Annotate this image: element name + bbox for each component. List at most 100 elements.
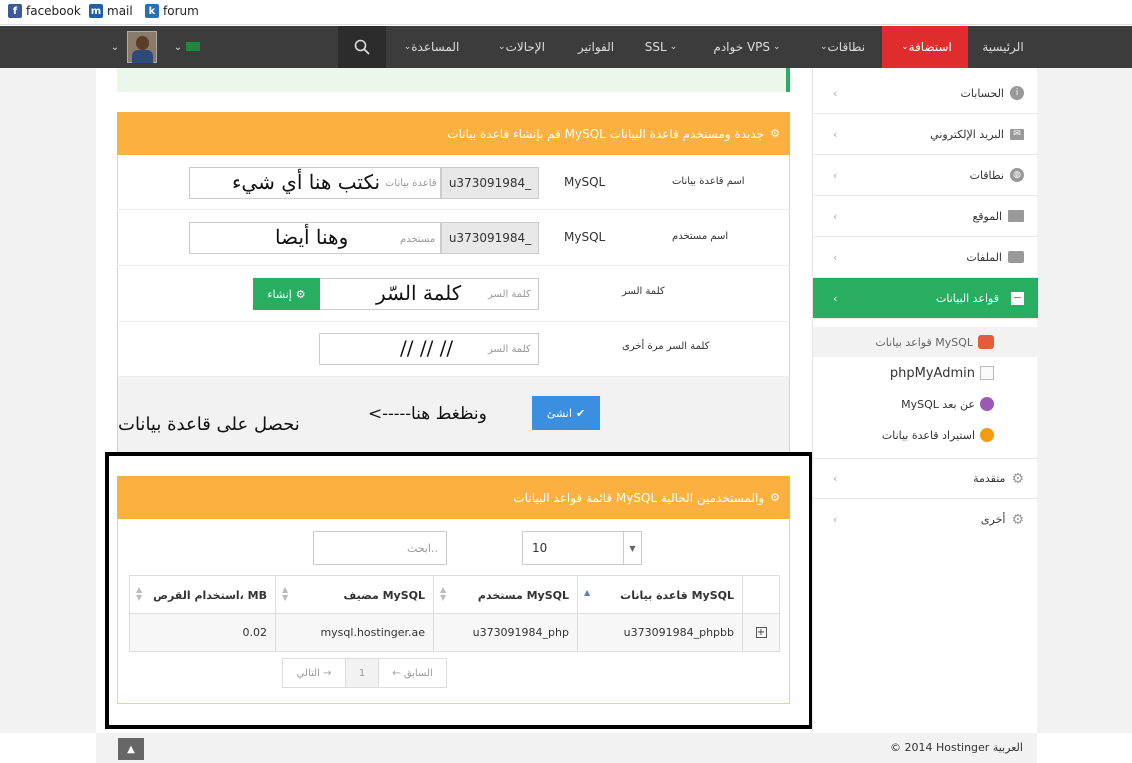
sidebar-item-other[interactable]: ‹ أخرى ⚙: [813, 499, 1038, 540]
prev-page-button[interactable]: ← السابق: [379, 659, 446, 687]
create-db-panel-header: قم بإنشاء قاعدة بيانات MySQL جديدة ومستخ…: [117, 112, 790, 155]
chevron-left-icon: ‹: [833, 209, 838, 223]
remote-db-icon: [980, 397, 994, 411]
table-row-db: u373091984_phpbb: [578, 614, 743, 651]
gears-icon: ⚙: [1011, 470, 1024, 487]
sidebar: ‹ الحسابات i ‹ البريد الإلكتروني ✉ ‹ نطا…: [812, 68, 1038, 733]
mysql-icon: [978, 335, 994, 349]
sidebar-subitem-mysql[interactable]: قواعد بيانات MySQL: [813, 327, 1038, 357]
facebook-icon: f: [8, 4, 22, 18]
db-user-label: اسم مستخدم: [672, 231, 729, 242]
sidebar-subitem-phpmyadmin[interactable]: phpMyAdmin: [813, 358, 1038, 388]
chevron-left-icon: ‹: [833, 127, 838, 141]
sidebar-item-advanced[interactable]: ‹ متقدمة ⚙: [813, 458, 1038, 499]
bookmarks-bar: f facebook m mail k forum: [0, 0, 1132, 25]
left-gutter: [0, 68, 96, 733]
table-header-user[interactable]: مستخدم MySQL ▲ ▼: [434, 576, 578, 614]
footer: ▲ © 2014 Hostinger العربية: [96, 733, 1037, 763]
annotation-arrow-text: <-----ونظغط هنا: [368, 404, 487, 424]
chevron-left-icon: ‹: [833, 250, 838, 264]
password-confirm-label: كلمة السر مرة أخرى: [622, 341, 710, 352]
nav-ssl[interactable]: SSL ⌄: [636, 26, 686, 68]
bookmark-forum[interactable]: k forum: [145, 4, 199, 18]
db-name-written-text: نكتب هنا أي شيء: [232, 170, 381, 194]
db-type-label: MySQL: [564, 175, 606, 189]
sidebar-item-domains[interactable]: ‹ نطاقات ◍: [813, 155, 1038, 196]
copyright-text: © 2014 Hostinger العربية: [890, 741, 1023, 754]
top-navigation: ⌄ ⌄ ⌄ المساعدة ⌄ الإحالات الفواتير SSL ⌄ خو…: [0, 26, 1132, 74]
table-header-expand: [743, 576, 780, 614]
table-row-user: u373091984_php: [434, 614, 578, 651]
info-icon: i: [1010, 86, 1024, 100]
page-number[interactable]: 1: [346, 659, 379, 687]
globe-icon: ◍: [1010, 168, 1024, 182]
nav-hosting[interactable]: ⌄ استضافة: [882, 26, 968, 74]
annotation-result-text: نحصل على قاعدة بيانات: [118, 414, 300, 435]
minus-box-icon: −: [1011, 290, 1024, 305]
import-db-icon: [980, 428, 994, 442]
chevron-left-icon: ‹: [833, 86, 838, 100]
password-label: كلمة السر: [622, 286, 665, 297]
nav-referrals[interactable]: ⌄ الإحالات: [480, 26, 560, 68]
db-name-placeholder: قاعدة بيانات: [385, 178, 437, 189]
user-prefix: u373091984_: [441, 222, 539, 254]
row-expand-button[interactable]: +: [743, 614, 780, 651]
gear-icon: ⚙: [1011, 511, 1024, 528]
sidebar-subitem-import-db[interactable]: استيراد قاعدة بيانات: [813, 420, 1038, 450]
sort-asc-icon: ▲: [584, 588, 591, 597]
nav-domains[interactable]: ⌄ نطاقات: [804, 26, 878, 68]
phpmyadmin-icon: [980, 366, 994, 380]
generate-password-button[interactable]: إنشاء ⚙: [253, 278, 320, 310]
success-alert: [117, 68, 790, 92]
select-arrow-icon: ▼: [623, 532, 641, 564]
create-db-button[interactable]: انشئ ✔: [532, 396, 600, 430]
nav-help[interactable]: ⌄ المساعدة: [395, 26, 465, 68]
db-name-label: اسم قاعدة بيانات: [672, 176, 745, 187]
sort-icon: ▲ ▼: [440, 585, 447, 602]
sidebar-item-website[interactable]: ‹ الموقع: [813, 196, 1038, 237]
plus-box-icon: +: [755, 627, 767, 638]
bookmark-facebook[interactable]: f facebook: [8, 4, 81, 18]
next-page-button[interactable]: التالي →: [283, 659, 346, 687]
sidebar-subitem-remote-mysql[interactable]: MySQL عن بعد: [813, 389, 1038, 419]
avatar[interactable]: [127, 31, 157, 63]
db-table: قاعدة بيانات MySQL ▲ مستخدم MySQL ▲ ▼ مضي…: [129, 575, 780, 652]
page-size-select[interactable]: 10 ▼: [522, 531, 642, 565]
pagination: التالي → 1 ← السابق: [282, 658, 447, 688]
saudi-flag-icon[interactable]: [186, 42, 200, 51]
sidebar-item-email[interactable]: ‹ البريد الإلكتروني ✉: [813, 114, 1038, 155]
nav-invoices[interactable]: الفواتير: [568, 26, 624, 68]
bookmark-mail[interactable]: m mail: [89, 4, 133, 18]
chevron-left-icon: ‹: [833, 291, 838, 305]
chevron-up-icon: ▲: [127, 743, 135, 755]
table-header-disk[interactable]: استخدام القرص، MB ▲ ▼: [130, 576, 276, 614]
nav-home[interactable]: الرئيسية: [972, 26, 1034, 68]
gear-icon: ⚙: [295, 287, 306, 301]
chevron-left-icon: ‹: [833, 513, 838, 526]
scroll-top-button[interactable]: ▲: [118, 738, 144, 760]
db-user-written-text: وهنا أيضا: [275, 225, 349, 249]
password-confirm-written-text: // // //: [400, 336, 454, 360]
search-button[interactable]: [338, 26, 386, 68]
nav-servers[interactable]: خوادم VPS ⌄: [700, 26, 794, 68]
table-row-host: mysql.hostinger.ae: [276, 614, 434, 651]
table-row-disk: 0.02: [130, 614, 276, 651]
search-icon: [354, 39, 370, 55]
sidebar-item-files[interactable]: ‹ الملفات: [813, 237, 1038, 278]
user-menu-chevron-icon[interactable]: ⌄: [108, 26, 122, 68]
language-chevron-icon[interactable]: ⌄: [172, 26, 184, 68]
sidebar-item-accounts[interactable]: ‹ الحسابات i: [813, 73, 1038, 114]
gears-icon: ⚙: [770, 127, 780, 140]
sidebar-item-databases[interactable]: ‹ قواعد البيانات −: [813, 278, 1038, 319]
table-header-host[interactable]: مضيف MySQL ▲ ▼: [276, 576, 434, 614]
db-prefix: u373091984_: [441, 167, 539, 199]
folder-icon: [1008, 251, 1024, 263]
search-input[interactable]: ابحث..: [313, 531, 447, 565]
chevron-left-icon: ‹: [833, 472, 838, 485]
table-header-db[interactable]: قاعدة بيانات MySQL ▲: [578, 576, 743, 614]
mail-icon: m: [89, 4, 103, 18]
db-list-panel-header: قائمة قواعد البيانات MySQL والمستخدمين ا…: [117, 476, 790, 519]
sort-icon: ▲ ▼: [282, 585, 289, 602]
check-icon: ✔: [575, 406, 586, 420]
envelope-icon: ✉: [1010, 128, 1024, 140]
